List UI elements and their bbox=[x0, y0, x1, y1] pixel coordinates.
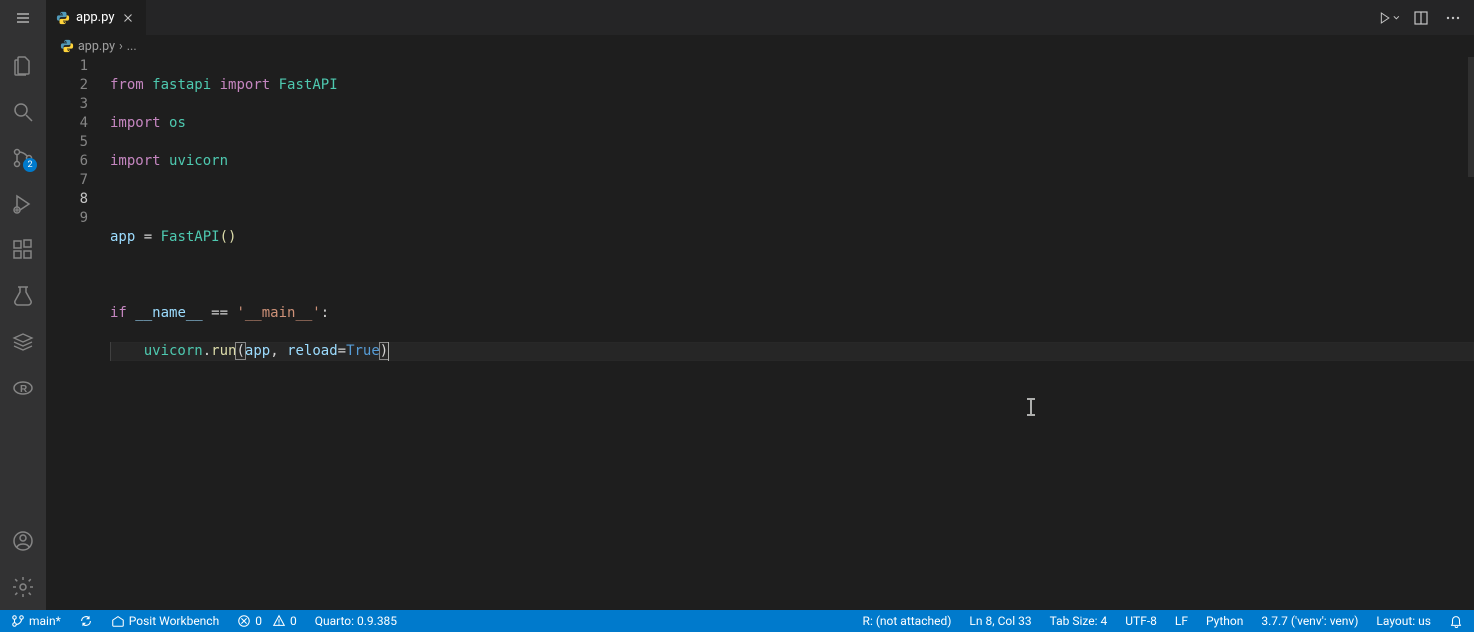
testing-icon[interactable] bbox=[0, 273, 46, 319]
minimap-slider[interactable] bbox=[1468, 57, 1474, 177]
r-extension-icon[interactable]: R bbox=[0, 365, 46, 411]
status-interpreter[interactable]: 3.7.7 ('venv': venv) bbox=[1258, 610, 1361, 632]
breadcrumb-separator: › bbox=[119, 39, 123, 54]
text-cursor bbox=[388, 342, 389, 361]
tab-strip: app.py bbox=[46, 0, 1368, 35]
posit-icon[interactable] bbox=[0, 319, 46, 365]
code-content[interactable]: from fastapi import FastAPI import os im… bbox=[110, 57, 1474, 610]
chevron-down-icon bbox=[1393, 10, 1400, 26]
status-workbench[interactable]: Posit Workbench bbox=[108, 610, 222, 632]
activity-bar: 2 R bbox=[0, 35, 46, 610]
status-encoding[interactable]: UTF-8 bbox=[1122, 610, 1160, 632]
mouse-text-cursor bbox=[1030, 398, 1032, 416]
status-sync[interactable] bbox=[76, 610, 96, 632]
status-cursor-position[interactable]: Ln 8, Col 33 bbox=[966, 610, 1034, 632]
extensions-icon[interactable] bbox=[0, 227, 46, 273]
run-debug-icon[interactable] bbox=[0, 181, 46, 227]
status-r[interactable]: R: (not attached) bbox=[860, 610, 955, 632]
breadcrumb-more: ... bbox=[127, 39, 137, 54]
search-icon[interactable] bbox=[0, 89, 46, 135]
split-editor-button[interactable] bbox=[1410, 7, 1432, 29]
tab-app-py[interactable]: app.py bbox=[46, 0, 147, 35]
status-keyboard-layout[interactable]: Layout: us bbox=[1373, 610, 1434, 632]
status-language[interactable]: Python bbox=[1203, 610, 1246, 632]
accounts-icon[interactable] bbox=[0, 518, 46, 564]
source-control-icon[interactable]: 2 bbox=[0, 135, 46, 181]
settings-gear-icon[interactable] bbox=[0, 564, 46, 610]
status-notifications-icon[interactable] bbox=[1446, 610, 1466, 632]
more-actions-button[interactable] bbox=[1442, 7, 1464, 29]
tab-label: app.py bbox=[76, 10, 114, 25]
tab-close-button[interactable] bbox=[120, 10, 136, 26]
status-bar: main* Posit Workbench 0 0 Quarto: 0.9.38… bbox=[0, 610, 1474, 632]
svg-text:R: R bbox=[20, 384, 28, 395]
python-file-icon bbox=[60, 39, 74, 53]
menu-button[interactable] bbox=[0, 0, 46, 35]
run-button[interactable] bbox=[1378, 7, 1400, 29]
status-quarto[interactable]: Quarto: 0.9.385 bbox=[312, 610, 400, 632]
status-branch[interactable]: main* bbox=[8, 610, 64, 632]
breadcrumb-file: app.py bbox=[78, 39, 115, 54]
line-number-gutter: 1 2 3 4 5 6 7 8 9 bbox=[46, 57, 110, 610]
status-tab-size[interactable]: Tab Size: 4 bbox=[1047, 610, 1111, 632]
status-problems[interactable]: 0 0 bbox=[234, 610, 300, 632]
explorer-icon[interactable] bbox=[0, 43, 46, 89]
python-file-icon bbox=[56, 11, 70, 25]
scm-badge: 2 bbox=[23, 158, 37, 172]
code-editor[interactable]: 1 2 3 4 5 6 7 8 9 from fastapi import Fa… bbox=[46, 57, 1474, 610]
status-eol[interactable]: LF bbox=[1172, 610, 1191, 632]
breadcrumb[interactable]: app.py › ... bbox=[46, 35, 1474, 57]
